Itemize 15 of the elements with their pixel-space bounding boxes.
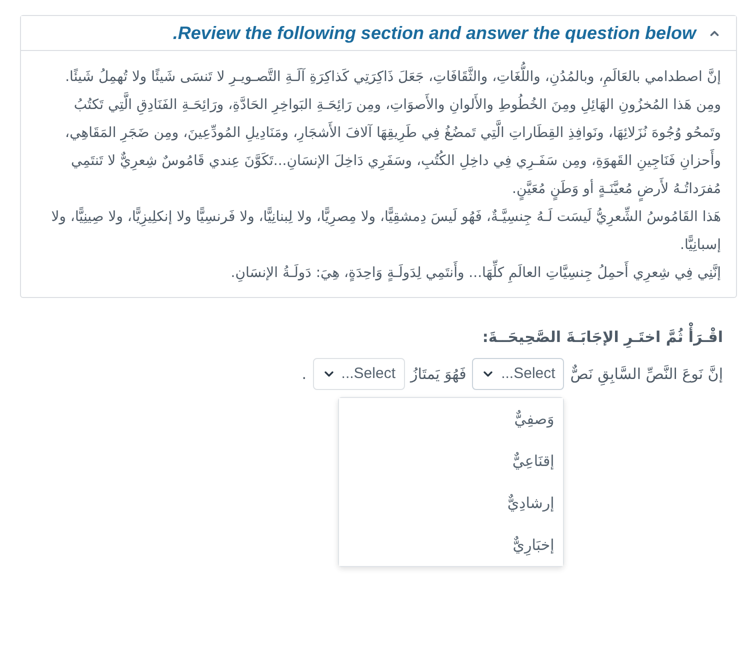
dropdown-option[interactable]: وَصفِيٌّ: [339, 398, 564, 440]
select-dropdown[interactable]: Select...: [472, 358, 564, 390]
passage-paragraph: إنَّنِي فِي شِعرِي أَحمِلُ جِنسِيَّاتِ العالَمِ كلِّهَا... وأَنتَمِي لِدَولَـةٍ وَاحِدَةٍ، هِيَ: دَولَـةُ الإنسَانِ.: [36, 259, 721, 287]
question-instruction: اقْـرَأْ ثُمَّ اختَـرِ الإجَابَـةَ الصَّحِيحَــةَ:: [20, 324, 723, 350]
passage-paragraph: هَذا القَامُوسُ الشِّعرِيُّ لَيسَت لَـهُ جِنسِيَّـةٌ، فَهُو لَيسَ دِمشقِيًّا، ولا مِصرِيًّا، ولا لِبنانِيًّا، ولا فَرنسِيًّا ولا إنكلِيزِيًّا، ولا صِينِيًّا، ولا إسبانِيًّا.: [36, 203, 721, 259]
section-header[interactable]: Review the following section and answer the question below.: [21, 16, 736, 51]
sentence-text: .: [302, 364, 306, 385]
passage-paragraph: إنَّ اصطدامي بالعَالَمِ، وبالمُدُنِ، واللُّغَاتِ، والثَّقَافَاتِ، جَعَلَ ذَاكِرَتِي كَذاكِرَةِ آلَـةِ التَّصـويـرِ لا تَنسَى شَيئًا ولا تُهمِلُ شَيئًا.: [36, 63, 721, 91]
dropdown-option[interactable]: إخبَارِيٌّ: [339, 524, 564, 566]
sentence-text: فَهُوَ يَمتَازُ: [410, 364, 466, 385]
select-dropdown[interactable]: Select...: [312, 358, 404, 390]
sentence-text: إنَّ نَوعَ النَّصِّ السَّابِقِ نَصٌّ: [570, 362, 723, 386]
dropdown-option[interactable]: إقنَاعِيٌّ: [339, 440, 564, 482]
dropdown-option[interactable]: إرشادِيٌّ: [339, 482, 564, 524]
passage-paragraph: ومِن هَذا المُخزُونِ الهَائِلِ ومِنَ الخُطُوطِ والأَلوانِ والأَصوَاتِ، ومِن رَائِحَـةِ البَواخِرِ الحَادَّةِ، ورَائِحَـةِ الفَنَادِقِ الَّتِي تَكتُبُ وتَمحُو وُجُوهَ نُزَلائِهَا، ونَوافِذِ القِطَاراتِ الَّتِي تَمضُغُ فِي طَرِيقِهَا آلافَ الأَشجَارِ، ومَنَادِيلِ المُودِّعِينَ، ومِن ضَجَرِ المَقَاهِي، وأَحزانِ فَنَاجِينِ القَهوَةِ، ومِن سَفَـرِي فِي داخِلِ الكُتُبِ، وسَفَرِي دَاخِلَ الإنسَانِ...تَكَوَّنَ عِندي قَامُوسٌ شِعرِيٌّ لا تَنتَمِي مُفرَداتُـهُ لأَرضٍ مُعيَّنَـةٍ أو وَطَنٍ مُعَيَّنٍ.: [36, 91, 721, 203]
